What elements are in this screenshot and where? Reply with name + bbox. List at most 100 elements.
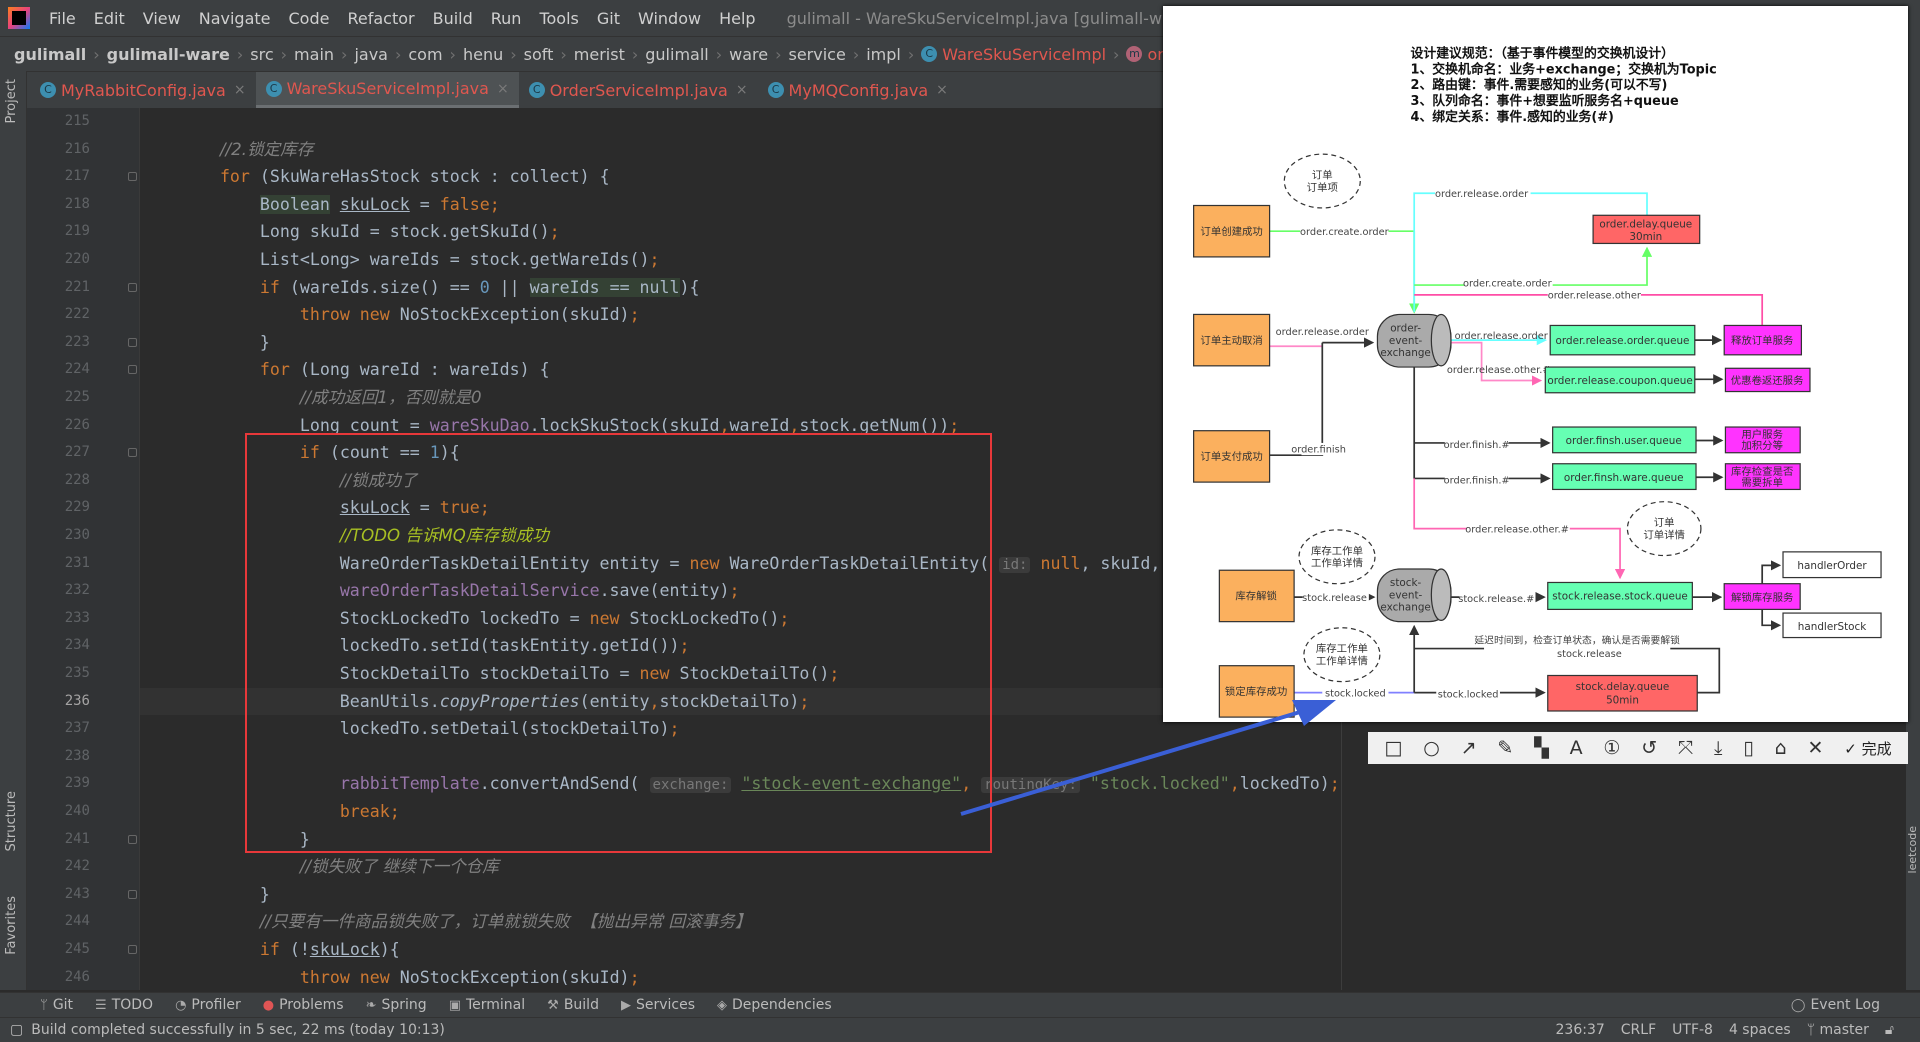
tool-window-services[interactable]: ▶ Services [621, 997, 695, 1013]
menu-refactor[interactable]: Refactor [338, 9, 423, 28]
event-log-button[interactable]: ◯ Event Log [1791, 997, 1880, 1013]
menu-help[interactable]: Help [710, 9, 764, 28]
menu-build[interactable]: Build [424, 9, 482, 28]
breadcrumb-item[interactable]: main [294, 45, 334, 64]
editor-tab[interactable]: C MyRabbitConfig.java × [30, 72, 256, 108]
editor-tab[interactable]: C OrderServiceImpl.java × [519, 72, 758, 108]
editor-tab[interactable]: C MyMQConfig.java × [758, 72, 958, 108]
status-window-icon[interactable]: ▢ [10, 1022, 23, 1038]
code-token: || [489, 277, 530, 297]
order-event-exchange: order-event-exchange [1376, 313, 1452, 368]
fold-marker-icon[interactable] [128, 889, 137, 899]
code-token: if [259, 277, 280, 297]
breadcrumb-item[interactable]: java [354, 45, 388, 64]
favorites-tool-button[interactable]: Favorites [4, 896, 19, 955]
fold-marker-icon[interactable] [128, 172, 137, 182]
code-line[interactable]: if (!skuLock){ [140, 936, 1906, 964]
download-icon[interactable]: ⤓ [1714, 737, 1722, 759]
tool-window-terminal[interactable]: ▣ Terminal [449, 997, 525, 1013]
menu-file[interactable]: File [40, 9, 85, 28]
fold-marker-icon[interactable] [128, 337, 137, 347]
tool-window-problems[interactable]: ● Problems [263, 997, 344, 1013]
close-tab-icon[interactable]: × [736, 82, 748, 98]
rectangle-icon[interactable]: □ [1384, 737, 1402, 759]
editor-tab[interactable]: C WareSkuServiceImpl.java × [255, 72, 519, 108]
breadcrumb-item[interactable]: ware [729, 45, 768, 64]
bookmark-icon[interactable]: ⌂ [1775, 737, 1787, 759]
menu-code[interactable]: Code [280, 9, 339, 28]
lock-icon[interactable]: 🔓︎ [1885, 1022, 1894, 1038]
code-token: for [259, 360, 290, 380]
mosaic-icon[interactable]: ▚ [1534, 737, 1549, 759]
leetcode-tool-button[interactable]: leetcode [1906, 826, 1919, 873]
menu-tools[interactable]: Tools [530, 9, 587, 28]
indent-setting[interactable]: 4 spaces [1729, 1022, 1791, 1038]
queue-box: stock.release.stock.queue [1547, 581, 1693, 611]
breadcrumb-item[interactable]: gulimall-ware [107, 45, 230, 64]
chevron-right-icon: › [280, 44, 288, 64]
structure-tool-button[interactable]: Structure [4, 791, 19, 851]
number-icon[interactable]: ① [1603, 737, 1620, 759]
breadcrumb-item[interactable]: gulimall [14, 45, 86, 64]
line-number: 223 [64, 333, 90, 350]
line-separator[interactable]: CRLF [1621, 1022, 1656, 1038]
close-tab-icon[interactable]: × [234, 82, 246, 98]
close-tab-icon[interactable]: × [936, 82, 948, 98]
menu-edit[interactable]: Edit [85, 9, 134, 28]
tool-window-profiler[interactable]: ◔ Profiler [175, 997, 241, 1013]
status-message[interactable]: Build completed successfully in 5 sec, 2… [31, 1022, 445, 1038]
pencil-icon[interactable]: ✎ [1497, 737, 1513, 759]
svg-text:handlerOrder: handlerOrder [1797, 560, 1867, 572]
ellipse-icon[interactable]: ○ [1423, 737, 1440, 759]
svg-text:stock-: stock- [1390, 577, 1422, 589]
fold-marker-icon[interactable] [128, 448, 137, 458]
handler-box: handlerStock [1782, 612, 1882, 639]
breadcrumb-item[interactable]: com [408, 45, 442, 64]
caret-position[interactable]: 236:37 [1556, 1022, 1605, 1038]
code-token: } [140, 884, 270, 904]
tool-window-spring[interactable]: ❧ Spring [366, 997, 427, 1013]
menu-run[interactable]: Run [482, 9, 531, 28]
code-line[interactable]: //锁失败了 继续下一个仓库 [140, 853, 1906, 881]
code-line[interactable]: } [140, 881, 1906, 909]
breadcrumb-item[interactable]: service [789, 45, 846, 64]
breadcrumb-item[interactable]: gulimall [645, 45, 708, 64]
text-icon[interactable]: A [1570, 737, 1583, 759]
menu-window[interactable]: Window [629, 9, 710, 28]
arrow-icon[interactable]: ↗ [1461, 737, 1477, 759]
file-encoding[interactable]: UTF-8 [1672, 1022, 1713, 1038]
tool-window-todo[interactable]: ☰ TODO [95, 997, 153, 1013]
rabbitmq-exchange-diagram: 设计建议规范：（基于事件模型的交换机设计） 1、交换机命名：业务+exchang… [1193, 45, 1882, 718]
close-tab-icon[interactable]: × [497, 81, 509, 97]
menu-git[interactable]: Git [588, 9, 629, 28]
close-icon[interactable]: ✕ [1807, 737, 1823, 759]
breadcrumb-item[interactable]: merist [574, 45, 625, 64]
fold-marker-icon[interactable] [128, 945, 137, 954]
chevron-right-icon: › [236, 44, 244, 64]
breadcrumb-item[interactable]: impl [866, 45, 901, 64]
tool-window-git[interactable]: ᛘ Git [40, 997, 73, 1013]
project-tool-button[interactable]: Project [4, 79, 19, 123]
intellij-logo-icon [8, 7, 30, 29]
tool-window-build[interactable]: ⚒ Build [547, 997, 599, 1013]
phone-icon[interactable]: ▯ [1743, 737, 1753, 759]
fold-marker-icon[interactable] [128, 834, 137, 844]
undo-icon[interactable]: ↺ [1641, 737, 1657, 759]
breadcrumb-item[interactable]: WareSkuServiceImpl [942, 45, 1106, 64]
code-line[interactable]: //只要有一件商品锁失败了，订单就锁失败 【抛出异常 回滚事务】 [140, 908, 1906, 936]
pin-icon[interactable]: ⤧ [1678, 737, 1693, 759]
chevron-right-icon: › [907, 44, 915, 64]
fold-marker-icon[interactable] [128, 365, 137, 375]
fold-marker-icon[interactable] [128, 282, 137, 292]
git-branch[interactable]: ᛘ master [1807, 1022, 1869, 1038]
code-line[interactable]: throw new NoStockException(skuId); [140, 964, 1906, 990]
handler-box: handlerOrder [1782, 551, 1882, 579]
breadcrumb-item[interactable]: henu [463, 45, 503, 64]
menu-view[interactable]: View [134, 9, 190, 28]
tool-window-dependencies[interactable]: ◈ Dependencies [717, 997, 832, 1013]
breadcrumb-item[interactable]: soft [524, 45, 554, 64]
done-button[interactable]: ✓ 完成 [1844, 738, 1891, 759]
breadcrumb-item[interactable]: src [250, 45, 273, 64]
menu-navigate[interactable]: Navigate [190, 9, 280, 28]
